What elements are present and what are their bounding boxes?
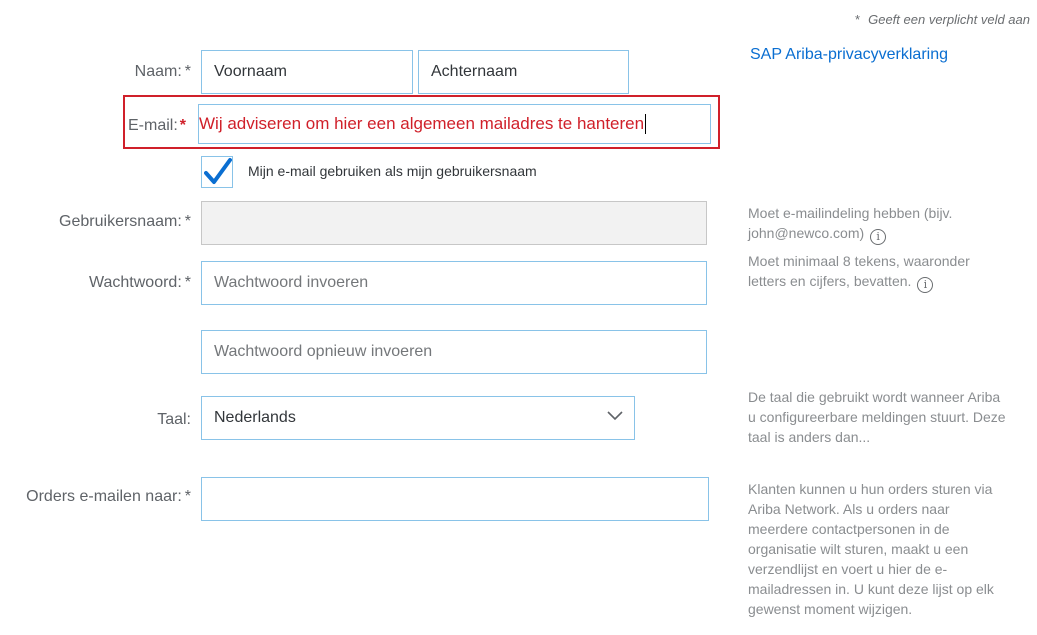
email-required-star: *	[179, 117, 187, 134]
checkmark-icon	[204, 158, 232, 184]
language-help: De taal die gebruikt wordt wanneer Ariba…	[748, 389, 1006, 445]
last-name-placeholder: Achternaam	[431, 63, 518, 80]
password-label: Wachtwoord: *	[89, 274, 191, 292]
name-required-star: *	[184, 63, 191, 80]
chevron-down-icon	[607, 411, 623, 421]
username-input	[201, 201, 707, 245]
first-name-placeholder: Voornaam	[214, 63, 287, 80]
username-help: Moet e-mailindeling hebben (bijv. john@n…	[748, 203, 978, 245]
language-label: Taal:	[157, 411, 191, 429]
password-label-text: Wachtwoord:	[88, 274, 182, 291]
use-email-as-username-label: Mijn e-mail gebruiken als mijn gebruiker…	[248, 163, 537, 179]
email-input[interactable]: Wij adviseren om hier een algemeen maila…	[198, 104, 711, 144]
password-input[interactable]: Wachtwoord invoeren	[201, 261, 707, 305]
password-help-text: Moet minimaal 8 tekens, waaronder letter…	[748, 253, 970, 289]
orders-email-label-text: Orders e-mailen naar:	[26, 488, 182, 505]
first-name-input[interactable]: Voornaam	[201, 50, 413, 94]
confirm-password-placeholder: Wachtwoord opnieuw invoeren	[214, 343, 433, 360]
username-help-text: Moet e-mailindeling hebben (bijv. john@n…	[748, 205, 953, 241]
use-email-as-username-checkbox[interactable]	[201, 156, 233, 188]
email-label: E-mail: *	[128, 117, 186, 135]
password-placeholder: Wachtwoord invoeren	[214, 274, 369, 291]
name-label: Naam: *	[135, 63, 191, 81]
username-required-star: *	[184, 213, 191, 230]
last-name-input[interactable]: Achternaam	[418, 50, 629, 94]
username-label-text: Gebruikersnaam:	[59, 213, 182, 230]
required-star: *	[855, 12, 861, 27]
username-label: Gebruikersnaam: *	[59, 213, 191, 231]
language-label-text: Taal:	[157, 411, 191, 428]
orders-email-required-star: *	[184, 488, 191, 505]
info-icon[interactable]: i	[917, 277, 934, 293]
language-select[interactable]: Nederlands	[201, 396, 635, 440]
info-icon[interactable]: i	[870, 229, 887, 245]
password-required-star: *	[184, 274, 191, 291]
name-label-text: Naam:	[134, 63, 182, 80]
orders-email-input[interactable]	[201, 477, 709, 521]
confirm-password-input[interactable]: Wachtwoord opnieuw invoeren	[201, 330, 707, 374]
privacy-statement-link[interactable]: SAP Ariba-privacyverklaring	[750, 46, 948, 64]
password-help: Moet minimaal 8 tekens, waaronder letter…	[748, 251, 988, 293]
email-input-value: Wij adviseren om hier een algemeen maila…	[199, 114, 645, 133]
orders-email-label: Orders e-mailen naar: *	[26, 488, 191, 506]
language-select-value: Nederlands	[214, 409, 296, 426]
required-note-text: Geeft een verplicht veld aan	[868, 12, 1030, 27]
required-field-note: * Geeft een verplicht veld aan	[780, 12, 1030, 27]
orders-email-help: Klanten kunnen u hun orders sturen via A…	[748, 481, 994, 617]
text-caret	[645, 114, 647, 134]
email-label-text: E-mail:	[128, 117, 178, 134]
